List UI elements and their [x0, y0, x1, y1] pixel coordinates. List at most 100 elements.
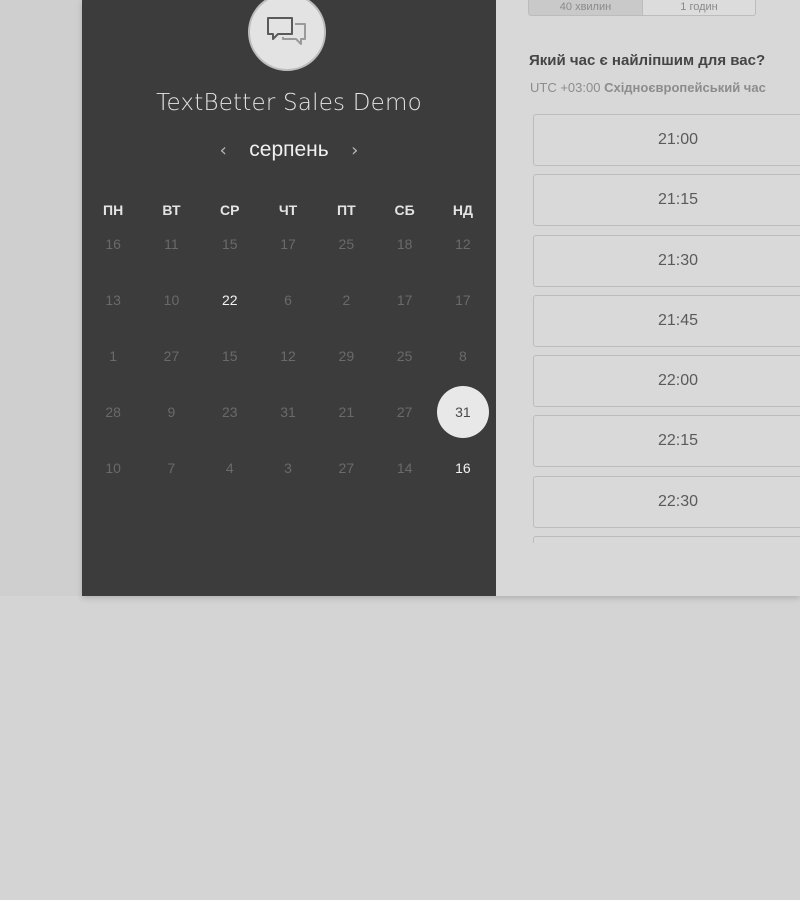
calendar-day-number: 10 [105, 460, 121, 476]
calendar-week-row: 10 7 4 3 27 14 16 [84, 448, 494, 504]
time-slot-button[interactable]: 22:30 [533, 475, 800, 528]
calendar-day-number: 16 [105, 236, 121, 252]
calendar-day-unavailable: 1 [84, 336, 142, 392]
chevron-left-icon[interactable]: ‹ [211, 140, 235, 161]
calendar-day-number: 11 [164, 236, 179, 252]
weekday-label: СР [220, 202, 240, 218]
weekday-label: ПН [103, 202, 124, 218]
calendar-day-number: 14 [396, 460, 413, 476]
calendar-day-unavailable: 28 [84, 392, 142, 448]
month-navigation: ‹ серпень › [82, 138, 496, 162]
time-slot-button[interactable]: 21:00 [533, 114, 800, 166]
calendar-day-number: 12 [455, 236, 471, 252]
time-slot-button[interactable]: 21:15 [533, 174, 800, 227]
chat-bubbles-icon [267, 17, 306, 45]
calendar-day-unavailable: 15 [201, 224, 259, 280]
calendar-day-unavailable: 6 [259, 280, 317, 336]
duration-option-1-hour[interactable]: 1 годин [643, 0, 756, 16]
calendar-day-unavailable: 4 [201, 448, 259, 504]
calendar-day-number: 16 [455, 460, 471, 476]
calendar-day-number: 9 [167, 404, 176, 420]
calendar-day-number: 15 [221, 348, 238, 364]
weekday-header: ПН ВТ СР ЧТ ПТ СБ НД [84, 196, 494, 224]
timezone-label[interactable]: UTC +03:00 Східноєвропейський час [530, 80, 766, 95]
calendar-week-row: 28 9 23 31 21 27 31 [84, 386, 494, 448]
calendar-day-number: 27 [396, 404, 413, 420]
calendar-day-available[interactable]: 22 [201, 280, 259, 336]
time-slot-button[interactable]: 21:45 [533, 294, 800, 347]
calendar-week-row: 13 10 22 6 2 17 17 [84, 280, 494, 336]
calendar-day-selected[interactable]: 31 [434, 386, 492, 448]
calendar-day-unavailable: 8 [434, 336, 492, 392]
time-question: Який час є найліпшим для вас? [529, 52, 766, 69]
time-slot-button[interactable]: 21:30 [533, 234, 800, 287]
calendar-day-number: 21 [338, 404, 355, 420]
calendar-day-number: 15 [221, 236, 238, 252]
weekday-label: НД [452, 202, 473, 218]
calendar-day-number: 6 [284, 292, 292, 308]
calendar-day-number: 28 [105, 404, 121, 420]
calendar-grid: ПН ВТ СР ЧТ ПТ СБ НД 16 11 15 17 25 18 12 13 10 2… [84, 196, 494, 504]
calendar-day-number: 17 [455, 292, 471, 308]
calendar-day-unavailable: 16 [84, 224, 142, 280]
calendar-day-unavailable: 7 [142, 448, 200, 504]
calendar-day-unavailable: 11 [142, 224, 200, 280]
event-title: TextBetter Sales Demo [156, 90, 422, 116]
calendar-day-number: 25 [396, 348, 413, 364]
calendar-day-number: 31 [436, 386, 489, 438]
calendar-day-unavailable: 15 [201, 336, 259, 392]
calendar-day-unavailable: 17 [434, 280, 492, 336]
chevron-right-icon[interactable]: › [343, 140, 367, 161]
calendar-day-number: 10 [163, 292, 180, 308]
weekday-label: ПТ [337, 202, 356, 218]
timezone-name: Східноєвропейський час [604, 80, 766, 95]
weekday-label: СБ [394, 202, 415, 218]
weekday-label: ЧТ [278, 202, 298, 218]
time-slot-button[interactable]: 22:00 [533, 355, 800, 408]
time-slot-list: 21:00 21:15 21:30 21:45 22:00 22:15 22:30 [533, 114, 800, 543]
calendar-day-number: 13 [105, 292, 121, 308]
calendar-week-row: 16 11 15 17 25 18 12 [84, 224, 494, 280]
calendar-day-unavailable: 17 [375, 280, 433, 336]
duration-option-40-min[interactable]: 40 хвилин [528, 0, 643, 16]
time-slot-button[interactable]: 22:15 [533, 415, 800, 468]
calendar-day-number: 23 [221, 404, 238, 420]
event-panel: TextBetter Sales Demo ‹ серпень › ПН ВТ … [82, 0, 496, 596]
calendar-day-unavailable: 27 [142, 336, 200, 392]
time-slot-button[interactable] [533, 536, 800, 543]
calendar-day-unavailable: 3 [259, 448, 317, 504]
calendar-day-number: 12 [280, 348, 296, 364]
calendar-day-number: 29 [338, 348, 355, 364]
calendar-day-unavailable: 10 [142, 280, 200, 336]
calendar-day-unavailable: 27 [375, 392, 433, 448]
calendar-week-row: 1 27 15 12 29 25 8 [84, 336, 494, 392]
weekday-label: ВТ [162, 202, 181, 218]
calendar-day-number: 17 [280, 236, 296, 252]
calendar-day-unavailable: 18 [375, 224, 433, 280]
calendar-day-unavailable: 21 [317, 392, 375, 448]
calendar-day-unavailable: 12 [259, 336, 317, 392]
event-logo [248, 0, 326, 71]
calendar-day-unavailable: 31 [259, 392, 317, 448]
calendar-day-number: 31 [280, 404, 296, 420]
calendar-day-unavailable: 12 [434, 224, 492, 280]
calendar-day-number: 17 [396, 292, 413, 308]
calendar-day-unavailable: 9 [142, 392, 200, 448]
calendar-day-number: 7 [167, 460, 176, 476]
calendar-day-number: 8 [459, 348, 467, 364]
calendar-day-unavailable: 29 [317, 336, 375, 392]
calendar-day-number: 25 [338, 236, 355, 252]
calendar-day-unavailable: 13 [84, 280, 142, 336]
calendar-day-unavailable: 25 [375, 336, 433, 392]
calendar-day-number: 27 [163, 348, 180, 364]
calendar-day-available[interactable]: 16 [434, 448, 492, 504]
calendar-body: 16 11 15 17 25 18 12 13 10 22 6 2 1 7 17 1 27 15 12 29 25 8 28… [84, 224, 494, 504]
calendar-day-number: 4 [225, 460, 234, 476]
calendar-day-unavailable: 23 [201, 392, 259, 448]
scheduler-card: TextBetter Sales Demo ‹ серпень › ПН ВТ … [82, 0, 800, 596]
calendar-day-unavailable: 25 [317, 224, 375, 280]
month-label: серпень [249, 138, 329, 161]
calendar-day-unavailable: 10 [84, 448, 142, 504]
duration-selector: 40 хвилин 1 годин [528, 0, 756, 16]
calendar-day-unavailable: 27 [317, 448, 375, 504]
